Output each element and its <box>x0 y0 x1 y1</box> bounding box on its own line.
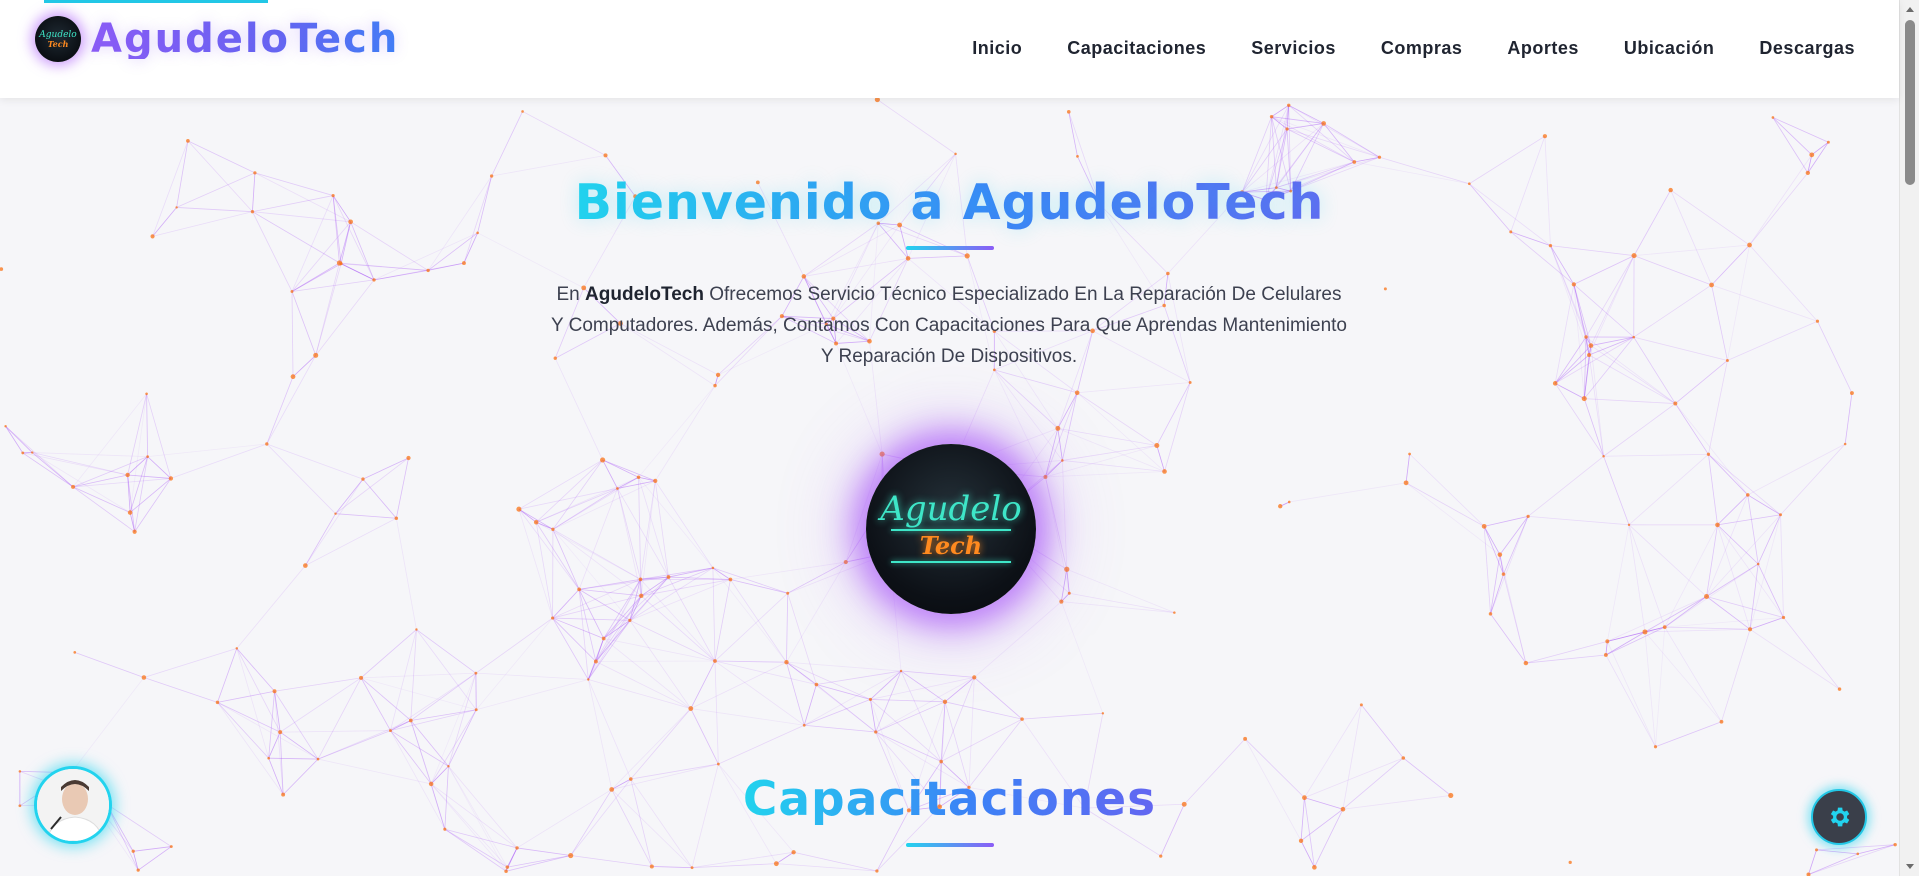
site-header: Agudelo Tech AgudeloTech Inicio Capacita… <box>0 0 1899 98</box>
nav-item-capacitaciones[interactable]: Capacitaciones <box>1067 38 1206 59</box>
hero-description-brand: AgudeloTech <box>585 284 704 305</box>
nav-item-ubicacion[interactable]: Ubicación <box>1624 38 1715 59</box>
scroll-up-arrow-icon[interactable] <box>1904 4 1916 16</box>
nav-item-aportes[interactable]: Aportes <box>1507 38 1579 59</box>
hero-title-text: Bienvenido a AgudeloTech <box>574 174 1325 231</box>
page-scrollbar[interactable] <box>1899 0 1919 876</box>
settings-button[interactable] <box>1811 789 1867 845</box>
scroll-thumb[interactable] <box>1905 20 1915 185</box>
brand-name[interactable]: AgudeloTech <box>91 19 399 59</box>
avatar-portrait <box>37 769 109 841</box>
top-accent-bar <box>44 0 268 3</box>
hero-logo-text-top: Agudelo <box>880 489 1022 529</box>
section-title-capacitaciones: Capacitaciones <box>0 776 1899 823</box>
hero-description: En AgudeloTech Ofrecemos Servicio Técnic… <box>549 279 1349 372</box>
hero-logo-text-bottom: Tech <box>919 531 983 560</box>
scroll-down-arrow-icon[interactable] <box>1904 860 1916 872</box>
hero-logo-icon: Agudelo Tech <box>866 444 1036 614</box>
nav-item-descargas[interactable]: Descargas <box>1759 38 1855 59</box>
nav-item-servicios[interactable]: Servicios <box>1251 38 1336 59</box>
brand[interactable]: Agudelo Tech AgudeloTech <box>35 16 399 62</box>
hero-logo-divider-bottom <box>891 561 1011 563</box>
page: Agudelo Tech AgudeloTech Inicio Capacita… <box>0 0 1899 876</box>
brand-logo-text-bottom: Tech <box>47 38 69 49</box>
section-title-text: Capacitaciones <box>742 772 1157 827</box>
hero-title-underline <box>906 246 994 250</box>
main-nav: Inicio Capacitaciones Servicios Compras … <box>927 38 1855 59</box>
hero-title: Bienvenido a AgudeloTech <box>0 178 1899 227</box>
hero-description-prefix: En <box>556 284 586 305</box>
gear-icon <box>1830 807 1850 827</box>
nav-item-inicio[interactable]: Inicio <box>972 38 1022 59</box>
section-title-underline <box>906 843 994 847</box>
nav-item-compras[interactable]: Compras <box>1381 38 1463 59</box>
user-avatar-icon[interactable] <box>34 766 112 844</box>
brand-logo-icon[interactable]: Agudelo Tech <box>35 16 81 62</box>
